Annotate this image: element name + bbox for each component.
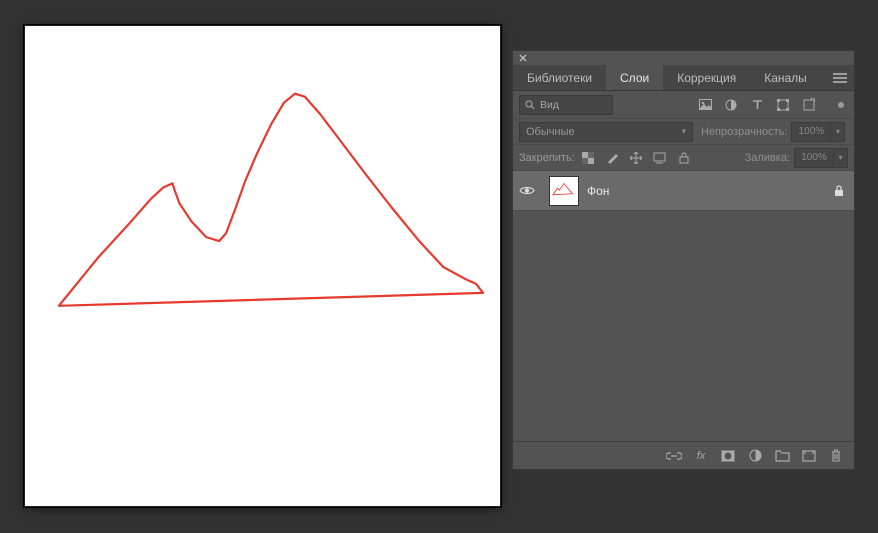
- filter-shape-icon[interactable]: [776, 98, 790, 112]
- panel-footer: fx: [513, 441, 854, 469]
- lock-row: Закрепить: Заливка: 100% ▾: [513, 145, 854, 171]
- lock-icon: [834, 185, 844, 197]
- opacity-value[interactable]: 100%: [791, 122, 831, 142]
- tab-layers[interactable]: Слои: [606, 65, 663, 90]
- lock-pixels-icon[interactable]: [605, 151, 619, 165]
- filter-type-label: Вид: [540, 99, 559, 111]
- fill-dropdown-arrow[interactable]: ▾: [834, 148, 848, 168]
- lock-artboard-icon[interactable]: [653, 151, 667, 165]
- new-group-icon[interactable]: [774, 448, 790, 464]
- panel-close-button[interactable]: [513, 51, 854, 65]
- eye-icon: [519, 185, 535, 196]
- layer-visibility-toggle[interactable]: [513, 185, 541, 196]
- layer-name[interactable]: Фон: [587, 184, 824, 198]
- blend-mode-row: Обычные ▾ Непрозрачность: 100% ▾: [513, 119, 854, 145]
- tab-channels[interactable]: Каналы: [750, 65, 821, 90]
- layer-row[interactable]: Фон: [513, 171, 854, 211]
- tab-adjustments[interactable]: Коррекция: [663, 65, 750, 90]
- blend-mode-dropdown[interactable]: Обычные ▾: [519, 122, 693, 142]
- lock-transparency-icon[interactable]: [581, 151, 595, 165]
- add-adjustment-icon[interactable]: [747, 448, 763, 464]
- tab-libraries[interactable]: Библиотеки: [513, 65, 606, 90]
- lock-label: Закрепить:: [519, 152, 575, 164]
- lock-all-icon[interactable]: [677, 151, 691, 165]
- new-layer-icon[interactable]: [801, 448, 817, 464]
- fill-label: Заливка:: [745, 152, 790, 164]
- search-icon: [525, 100, 535, 110]
- chevron-down-icon: ▾: [681, 126, 686, 137]
- drawing: [25, 26, 500, 506]
- document-canvas[interactable]: [24, 25, 501, 507]
- opacity-dropdown-arrow[interactable]: ▾: [831, 122, 845, 142]
- panel-tabs: Библиотеки Слои Коррекция Каналы: [513, 65, 854, 91]
- link-layers-icon[interactable]: [666, 448, 682, 464]
- layer-filter-row: Вид: [513, 91, 854, 119]
- layer-lock-indicator[interactable]: [824, 185, 854, 197]
- lock-position-icon[interactable]: [629, 151, 643, 165]
- filter-type-dropdown[interactable]: Вид: [519, 95, 613, 115]
- layer-fx-icon[interactable]: fx: [693, 448, 709, 464]
- filter-pixel-icon[interactable]: [698, 98, 712, 112]
- blend-mode-value: Обычные: [526, 126, 575, 138]
- filter-adjustment-icon[interactable]: [724, 98, 738, 112]
- layers-list[interactable]: Фон: [513, 171, 854, 441]
- filter-toggle-icon[interactable]: [838, 102, 844, 108]
- opacity-label: Непрозрачность:: [701, 126, 787, 138]
- layer-thumbnail[interactable]: [549, 176, 579, 206]
- delete-layer-icon[interactable]: [828, 448, 844, 464]
- filter-type-text-icon[interactable]: [750, 98, 764, 112]
- filter-smartobject-icon[interactable]: [802, 98, 816, 112]
- fill-value[interactable]: 100%: [794, 148, 834, 168]
- layers-panel: Библиотеки Слои Коррекция Каналы Вид Обы…: [512, 50, 855, 470]
- panel-menu-button[interactable]: [826, 65, 854, 90]
- add-mask-icon[interactable]: [720, 448, 736, 464]
